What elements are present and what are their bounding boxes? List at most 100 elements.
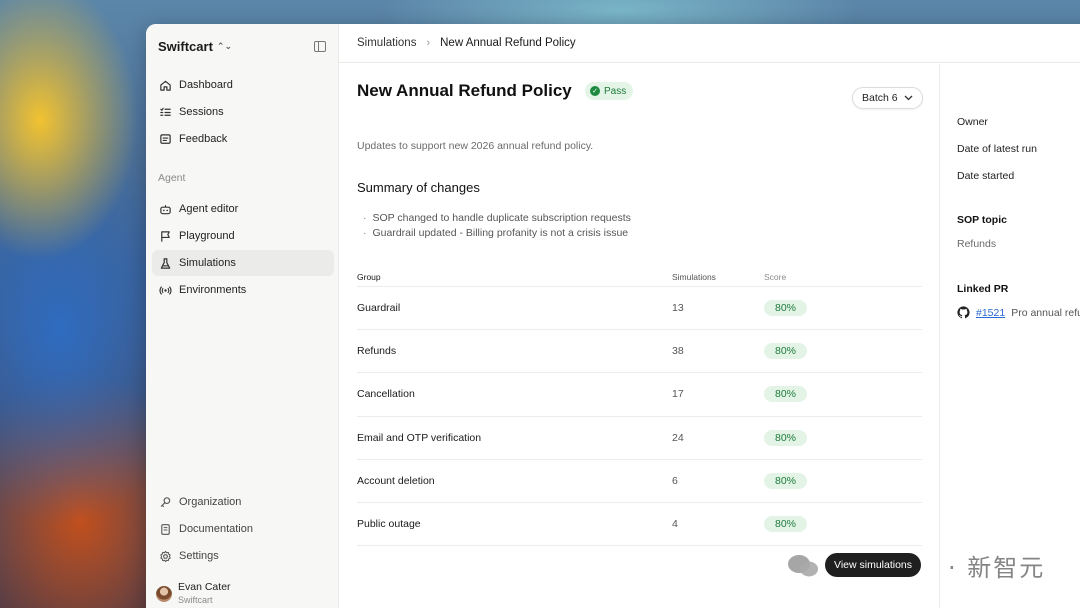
user-name: Evan Cater [178, 581, 231, 593]
chevron-updown-icon: ⌃⌄ [216, 40, 232, 51]
sidebar-item-label: Agent editor [179, 203, 239, 215]
latest-run-label: Date of latest run [957, 143, 1037, 155]
groups-table: Group Simulations Score Guardrail 13 80%… [357, 267, 922, 547]
broadcast-icon [158, 283, 172, 297]
workspace-row: Swiftcart ⌃⌄ [158, 37, 326, 55]
sidebar-item-label: Feedback [179, 133, 228, 145]
sidebar-item-simulations[interactable]: Simulations [152, 250, 334, 276]
cell-score: 80% [764, 300, 914, 317]
table-row[interactable]: Public outage 4 80% [357, 503, 922, 547]
table-row[interactable]: Account deletion 6 80% [357, 460, 922, 503]
sidebar: Swiftcart ⌃⌄ Dashboard Sessions Feedback… [146, 24, 339, 608]
sidebar-item-feedback[interactable]: Feedback [152, 126, 334, 152]
batch-label: Batch 6 [862, 92, 898, 104]
document-icon [158, 522, 172, 536]
sop-heading: SOP topic [957, 214, 1007, 226]
linked-pr: #1521 Pro annual refu [957, 306, 1080, 319]
summary-list: SOP changed to handle duplicate subscrip… [363, 211, 631, 241]
cell-group: Guardrail [357, 302, 401, 315]
cell-group: Email and OTP verification [357, 431, 482, 444]
sidebar-item-playground[interactable]: Playground [152, 223, 334, 249]
avatar [156, 585, 172, 602]
sidebar-item-settings[interactable]: Settings [152, 543, 334, 569]
github-icon [957, 306, 970, 319]
column-header-score: Score [764, 271, 787, 282]
summary-item: SOP changed to handle duplicate subscrip… [363, 211, 631, 226]
cell-simulations: 24 [672, 431, 684, 444]
table-row[interactable]: Guardrail 13 80% [357, 287, 922, 331]
score-pill: 80% [764, 472, 808, 489]
cell-group: Account deletion [357, 474, 435, 487]
check-icon: ✓ [590, 86, 600, 96]
score-pill: 80% [764, 343, 808, 360]
cell-score: 80% [764, 429, 914, 446]
main-content: New Annual Refund Policy ✓ Pass Batch 6 … [339, 64, 940, 608]
details-panel: Owner Date of latest run Date started SO… [941, 64, 1080, 608]
cell-group: Refunds [357, 345, 397, 358]
cell-simulations: 13 [672, 302, 684, 315]
breadcrumb: Simulations › New Annual Refund Policy [339, 24, 1080, 63]
watermark-text: · 新智元 [948, 554, 1046, 582]
section-label-agent: Agent [158, 172, 186, 184]
page-subtitle: Updates to support new 2026 annual refun… [357, 140, 594, 152]
sidebar-item-label: Dashboard [179, 79, 233, 91]
sidebar-item-label: Simulations [179, 257, 236, 269]
cell-score: 80% [764, 472, 914, 489]
user-profile[interactable]: Evan Cater Swiftcart [156, 581, 231, 606]
cell-group: Public outage [357, 518, 421, 531]
status-badge: ✓ Pass [585, 82, 634, 100]
pr-heading: Linked PR [957, 283, 1009, 295]
cell-simulations: 4 [672, 518, 678, 531]
cell-score: 80% [764, 343, 914, 360]
sidebar-item-agent-editor[interactable]: Agent editor [152, 196, 334, 222]
column-header-group: Group [357, 271, 381, 282]
sop-value: Refunds [957, 238, 997, 250]
table-row[interactable]: Cancellation 17 80% [357, 373, 922, 417]
gear-icon [158, 549, 172, 563]
user-org: Swiftcart [178, 595, 213, 605]
sidebar-item-sessions[interactable]: Sessions [152, 99, 334, 125]
app-window: Swiftcart ⌃⌄ Dashboard Sessions Feedback… [146, 24, 1080, 608]
sidebar-toggle-icon[interactable] [314, 40, 326, 52]
sidebar-item-label: Organization [179, 496, 242, 508]
started-label: Date started [957, 170, 1015, 182]
status-text: Pass [604, 85, 627, 97]
batch-dropdown[interactable]: Batch 6 [852, 87, 923, 109]
sidebar-item-label: Playground [179, 230, 235, 242]
pr-title: Pro annual refu [1011, 306, 1080, 319]
summary-item: Guardrail updated - Billing profanity is… [363, 226, 631, 241]
workspace-name: Swiftcart [158, 38, 213, 54]
breadcrumb-simulations[interactable]: Simulations [357, 37, 416, 49]
breadcrumb-current: New Annual Refund Policy [440, 37, 576, 49]
view-simulations-tooltip[interactable]: View simulations [825, 553, 922, 577]
workspace-switcher[interactable]: Swiftcart ⌃⌄ [158, 39, 232, 54]
feedback-icon [158, 132, 172, 146]
score-pill: 80% [764, 386, 808, 403]
list-icon [158, 105, 172, 119]
sidebar-item-environments[interactable]: Environments [152, 277, 334, 303]
page-title: New Annual Refund Policy [357, 81, 572, 100]
cell-score: 80% [764, 516, 914, 533]
owner-label: Owner [957, 116, 988, 128]
pr-link[interactable]: #1521 [976, 307, 1005, 319]
flask-icon [158, 256, 172, 270]
cell-group: Cancellation [357, 388, 415, 401]
table-header: Group Simulations Score [357, 267, 922, 287]
table-row[interactable]: Refunds 38 80% [357, 330, 922, 374]
sidebar-item-label: Environments [179, 284, 247, 296]
sidebar-item-label: Settings [179, 550, 219, 562]
sidebar-item-documentation[interactable]: Documentation [152, 516, 334, 542]
sidebar-item-dashboard[interactable]: Dashboard [152, 72, 334, 98]
column-header-simulations: Simulations [672, 271, 716, 282]
home-icon [158, 78, 172, 92]
table-row[interactable]: Email and OTP verification 24 80% [357, 417, 922, 460]
cell-simulations: 6 [672, 474, 678, 487]
robot-icon [158, 202, 172, 216]
score-pill: 80% [764, 429, 808, 446]
summary-heading: Summary of changes [357, 180, 480, 195]
key-icon [158, 495, 172, 509]
cell-simulations: 38 [672, 345, 684, 358]
sidebar-item-organization[interactable]: Organization [152, 489, 334, 515]
flag-icon [158, 229, 172, 243]
score-pill: 80% [764, 516, 808, 533]
